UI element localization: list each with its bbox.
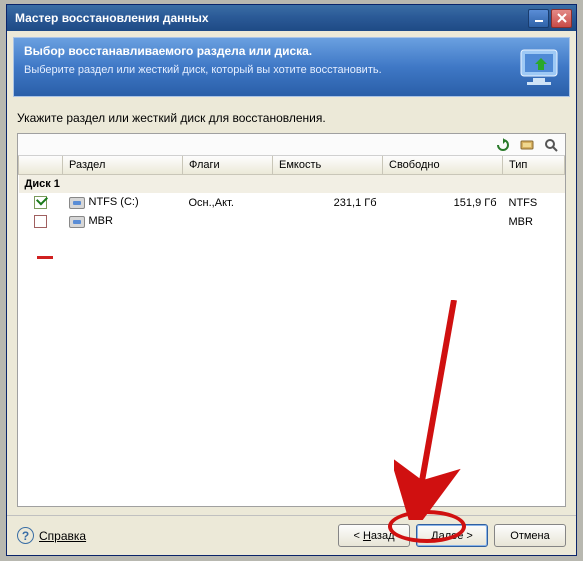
help-icon: ? bbox=[17, 527, 34, 544]
col-checkbox[interactable] bbox=[19, 156, 63, 175]
col-flags[interactable]: Флаги bbox=[183, 156, 273, 175]
disk-group-row[interactable]: Диск 1 bbox=[19, 175, 565, 194]
col-free[interactable]: Свободно bbox=[383, 156, 503, 175]
row-free: 151,9 Гб bbox=[383, 193, 503, 212]
table-header-row: Раздел Флаги Емкость Свободно Тип bbox=[19, 156, 565, 175]
banner-subtitle: Выберите раздел или жесткий диск, которы… bbox=[24, 64, 559, 76]
row-name: NTFS (C:) bbox=[89, 196, 139, 208]
minimize-button[interactable] bbox=[528, 9, 549, 28]
content-area: Укажите раздел или жесткий диск для восс… bbox=[7, 103, 576, 515]
row-flags: Осн.,Акт. bbox=[183, 193, 273, 212]
volume-icon bbox=[69, 197, 85, 209]
cancel-button[interactable]: Отмена bbox=[494, 524, 566, 547]
banner-title: Выбор восстанавливаемого раздела или дис… bbox=[24, 44, 559, 58]
row-checkbox[interactable] bbox=[34, 215, 47, 228]
help-link[interactable]: ? Справка bbox=[17, 527, 86, 544]
back-button[interactable]: < Назад bbox=[338, 524, 410, 547]
help-label: Справка bbox=[39, 529, 86, 543]
monitor-icon bbox=[515, 44, 563, 92]
instruction-text: Укажите раздел или жесткий диск для восс… bbox=[17, 111, 566, 125]
next-button[interactable]: Далее > bbox=[416, 524, 488, 547]
col-type[interactable]: Тип bbox=[503, 156, 565, 175]
banner: Выбор восстанавливаемого раздела или дис… bbox=[13, 37, 570, 97]
drive-tool-icon[interactable] bbox=[519, 137, 535, 153]
table-toolbar bbox=[18, 134, 565, 156]
col-capacity[interactable]: Емкость bbox=[273, 156, 383, 175]
row-capacity bbox=[273, 212, 383, 231]
partition-table-wrap: Раздел Флаги Емкость Свободно Тип Диск 1… bbox=[17, 133, 566, 507]
close-button[interactable] bbox=[551, 9, 572, 28]
row-name: MBR bbox=[89, 215, 113, 227]
row-capacity: 231,1 Гб bbox=[273, 193, 383, 212]
footer: ? Справка < Назад Далее > Отмена bbox=[7, 515, 576, 555]
wizard-window: Мастер восстановления данных Выбор восст… bbox=[6, 4, 577, 556]
row-checkbox[interactable] bbox=[34, 196, 47, 209]
window-title: Мастер восстановления данных bbox=[15, 11, 209, 25]
partition-table: Раздел Флаги Емкость Свободно Тип Диск 1… bbox=[18, 156, 565, 231]
table-row[interactable]: NTFS (C:) Осн.,Акт. 231,1 Гб 151,9 Гб NT… bbox=[19, 193, 565, 212]
col-partition[interactable]: Раздел bbox=[63, 156, 183, 175]
search-icon[interactable] bbox=[543, 137, 559, 153]
disk-group-label: Диск 1 bbox=[19, 175, 565, 194]
refresh-icon[interactable] bbox=[495, 137, 511, 153]
annotation-underline bbox=[37, 256, 53, 259]
row-flags bbox=[183, 212, 273, 231]
row-type: MBR bbox=[503, 212, 565, 231]
table-row[interactable]: MBR MBR bbox=[19, 212, 565, 231]
volume-icon bbox=[69, 216, 85, 228]
titlebar: Мастер восстановления данных bbox=[7, 5, 576, 31]
row-free bbox=[383, 212, 503, 231]
row-type: NTFS bbox=[503, 193, 565, 212]
